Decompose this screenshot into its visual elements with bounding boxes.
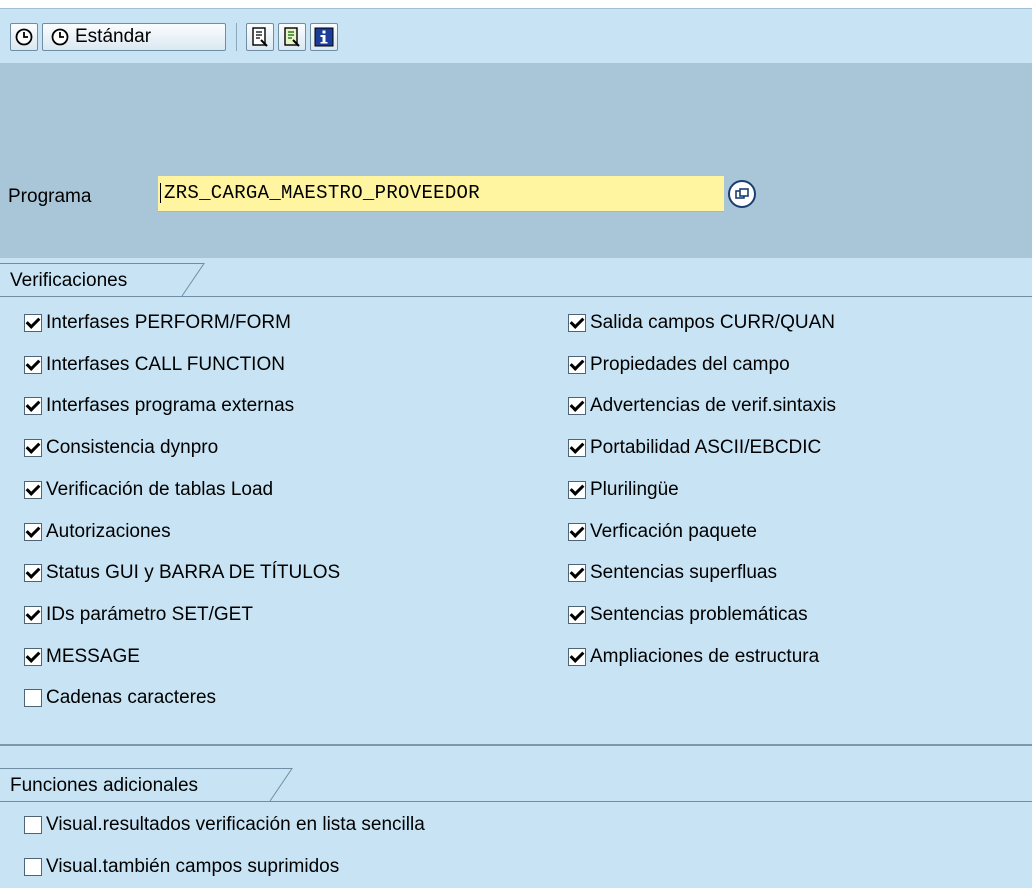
checkbox-row[interactable]: Verificación de tablas Load <box>24 477 273 503</box>
checkbox-row[interactable]: IDs parámetro SET/GET <box>24 602 253 628</box>
checkbox-label: Status GUI y BARRA DE TÍTULOS <box>46 562 341 584</box>
checkbox-checked[interactable] <box>24 480 42 499</box>
checkbox-checked[interactable] <box>568 355 586 374</box>
checkbox-row[interactable]: Visual.resultados verificación en lista … <box>24 812 425 838</box>
checkbox-row[interactable]: Sentencias problemáticas <box>568 602 808 628</box>
checkbox-checked[interactable] <box>568 564 586 583</box>
section-divider <box>0 744 1032 746</box>
execute-background-icon <box>51 28 69 46</box>
possible-values-button[interactable] <box>728 180 756 208</box>
checkbox-row[interactable]: Portabilidad ASCII/EBCDIC <box>568 435 821 461</box>
checkbox-label: Verficación paquete <box>590 520 757 542</box>
group-title-additional: Funciones adicionales <box>0 768 262 802</box>
checkbox-row[interactable]: Autorizaciones <box>24 519 171 545</box>
possible-values-icon <box>735 188 749 199</box>
checkbox-label: Plurilingüe <box>590 478 679 500</box>
checkbox-row[interactable]: Salida campos CURR/QUAN <box>568 310 835 336</box>
checkbox-label: Advertencias de verif.sintaxis <box>590 395 837 417</box>
checkbox-checked[interactable] <box>24 397 42 416</box>
checkbox-row[interactable]: Plurilingüe <box>568 477 679 503</box>
program-label: Programa <box>8 186 92 207</box>
group-tab-edge <box>168 263 205 297</box>
checkbox-checked[interactable] <box>24 522 42 541</box>
checkbox-checked[interactable] <box>568 397 586 416</box>
checkbox-row[interactable]: Interfases CALL FUNCTION <box>24 352 285 378</box>
checkbox-checked[interactable] <box>568 439 586 458</box>
group-tab-edge <box>256 768 293 802</box>
checkbox-unchecked[interactable] <box>24 858 42 876</box>
checkbox-label: MESSAGE <box>46 645 140 667</box>
checkbox-checked[interactable] <box>568 647 586 666</box>
checkbox-label: Visual.también campos suprimidos <box>46 856 340 877</box>
checkbox-row[interactable]: Propiedades del campo <box>568 352 790 378</box>
checkbox-unchecked[interactable] <box>24 816 42 834</box>
checkbox-label: Propiedades del campo <box>590 353 790 375</box>
checkbox-row[interactable]: MESSAGE <box>24 644 140 670</box>
execute-button[interactable] <box>10 23 38 51</box>
document-button[interactable] <box>246 23 274 51</box>
checkbox-label: Interfases programa externas <box>46 395 295 417</box>
checkbox-label: Sentencias superfluas <box>590 562 777 584</box>
checkbox-label: Autorizaciones <box>46 520 171 542</box>
checkbox-label: Consistencia dynpro <box>46 437 219 459</box>
checkbox-label: Sentencias problemáticas <box>590 603 808 625</box>
info-icon <box>314 27 334 47</box>
document-green-icon <box>284 27 300 47</box>
checkbox-checked[interactable] <box>568 605 586 624</box>
selection-header <box>0 63 1032 258</box>
document-icon <box>252 27 268 47</box>
group-underline <box>0 801 1032 802</box>
checkbox-checked[interactable] <box>24 647 42 666</box>
checkbox-checked[interactable] <box>568 522 586 541</box>
checkbox-label: Salida campos CURR/QUAN <box>590 312 835 333</box>
checkbox-label: Cadenas caracteres <box>46 687 217 709</box>
checkbox-label: IDs parámetro SET/GET <box>46 603 253 625</box>
application-toolbar: Estándar <box>0 8 1032 63</box>
group-underline <box>0 296 1032 297</box>
checkbox-row[interactable]: Sentencias superfluas <box>568 560 777 586</box>
info-button[interactable] <box>310 23 338 51</box>
checkbox-row[interactable]: Consistencia dynpro <box>24 435 218 461</box>
program-input[interactable]: ZRS_CARGA_MAESTRO_PROVEEDOR <box>158 176 724 212</box>
checkbox-row[interactable]: Ampliaciones de estructura <box>568 644 819 670</box>
checkbox-row[interactable]: Advertencias de verif.sintaxis <box>568 393 836 419</box>
checkbox-row[interactable]: Cadenas caracteres <box>24 685 216 711</box>
execute-clock-icon <box>15 28 33 46</box>
checkbox-label: Ampliaciones de estructura <box>590 645 820 667</box>
checkbox-row[interactable]: Status GUI y BARRA DE TÍTULOS <box>24 560 340 586</box>
toolbar-separator <box>236 23 237 51</box>
checkbox-checked[interactable] <box>24 355 42 374</box>
checkbox-label: Interfases PERFORM/FORM <box>46 312 291 333</box>
checkbox-label: Portabilidad ASCII/EBCDIC <box>590 437 822 459</box>
checkbox-label: Verificación de tablas Load <box>46 478 274 500</box>
checkbox-row[interactable]: Verficación paquete <box>568 519 757 545</box>
standard-button[interactable]: Estándar <box>42 23 226 51</box>
standard-label: Estándar <box>75 26 152 47</box>
document-green-button[interactable] <box>278 23 306 51</box>
checkbox-row[interactable]: Interfases PERFORM/FORM <box>24 310 291 336</box>
group-title-verifications: Verificaciones <box>0 263 180 297</box>
checkbox-checked[interactable] <box>568 314 586 332</box>
checkbox-checked[interactable] <box>24 605 42 624</box>
checkbox-checked[interactable] <box>24 439 42 458</box>
checkbox-checked[interactable] <box>568 480 586 499</box>
checkbox-label: Interfases CALL FUNCTION <box>46 353 285 375</box>
checkbox-unchecked[interactable] <box>24 689 42 708</box>
checkbox-row[interactable]: Visual.también campos suprimidos <box>24 854 339 880</box>
checkbox-checked[interactable] <box>24 314 42 332</box>
checkbox-label: Visual.resultados verificación en lista … <box>46 814 425 835</box>
checkbox-row[interactable]: Interfases programa externas <box>24 393 294 419</box>
checkbox-checked[interactable] <box>24 564 42 583</box>
